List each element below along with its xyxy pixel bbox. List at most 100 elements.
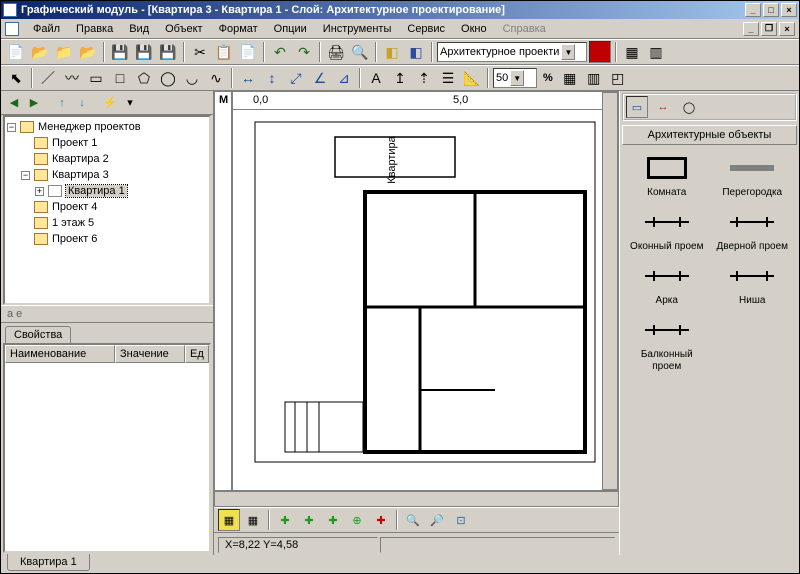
snap-grid-button[interactable]: ▦ <box>218 509 240 531</box>
text-button[interactable]: A <box>365 67 387 89</box>
obj-partition[interactable]: Перегородка <box>712 153 794 199</box>
height2-button[interactable]: ⇡ <box>413 67 435 89</box>
tree-left-button[interactable]: ◀ <box>5 94 23 112</box>
measure-button[interactable]: 📐 <box>461 67 483 89</box>
zoomtool3-button[interactable]: ◰ <box>607 67 629 89</box>
menu-edit[interactable]: Правка <box>68 21 121 37</box>
mode-measure-button[interactable]: ↔ <box>652 96 674 118</box>
save-all-button[interactable]: 💾 <box>133 41 155 63</box>
maximize-button[interactable]: □ <box>763 3 779 17</box>
menu-object[interactable]: Объект <box>157 21 210 37</box>
arc-button[interactable]: ◡ <box>181 67 203 89</box>
document-tab[interactable]: Квартира 1 <box>7 554 90 571</box>
snap4-button[interactable]: ⊕ <box>346 509 368 531</box>
obj-balcony[interactable]: Балконный проем <box>626 315 708 373</box>
ellipse-button[interactable]: ◯ <box>157 67 179 89</box>
close-button[interactable]: × <box>781 3 797 17</box>
zoomin-button[interactable]: 🔍 <box>402 509 424 531</box>
redo-button[interactable]: ↷ <box>293 41 315 63</box>
tree-dropdown-button[interactable]: ▾ <box>121 94 139 112</box>
zoomout-button[interactable]: 🔎 <box>426 509 448 531</box>
obj-window[interactable]: Оконный проем <box>626 207 708 253</box>
save-as-button[interactable]: 💾 <box>157 41 179 63</box>
open2-button[interactable]: 📂 <box>77 41 99 63</box>
project-tree[interactable]: − Менеджер проектов Проект 1 Квартира 2 … <box>3 115 211 305</box>
minimize-button[interactable]: _ <box>745 3 761 17</box>
snap3-button[interactable]: ✚ <box>322 509 344 531</box>
collapse-icon[interactable]: − <box>21 171 30 180</box>
mode-rect-button[interactable]: ▭ <box>626 96 648 118</box>
polygon-button[interactable]: ⬠ <box>133 67 155 89</box>
dim3-button[interactable]: ⤢ <box>285 67 307 89</box>
obj-door[interactable]: Дверной проем <box>712 207 794 253</box>
scrollbar-horizontal[interactable] <box>214 491 619 507</box>
collapse-icon[interactable]: − <box>7 123 16 132</box>
undo-button[interactable]: ↶ <box>269 41 291 63</box>
obj-niche[interactable]: Ниша <box>712 261 794 307</box>
scrollbar-vertical[interactable] <box>602 92 618 490</box>
tree-item[interactable]: Проект 4 <box>7 199 207 215</box>
layer-blue-button[interactable]: ◧ <box>405 41 427 63</box>
tree-item-selected[interactable]: +Квартира 1 <box>7 183 207 199</box>
zoomtool2-button[interactable]: ▥ <box>583 67 605 89</box>
obj-room[interactable]: Комната <box>626 153 708 199</box>
menu-service[interactable]: Сервис <box>399 21 453 37</box>
tree-item[interactable]: 1 этаж 5 <box>7 215 207 231</box>
tab-properties[interactable]: Свойства <box>5 326 71 343</box>
obj-arch[interactable]: Арка <box>626 261 708 307</box>
paste-button[interactable]: 📄 <box>237 41 259 63</box>
drawing-canvas[interactable]: 0,0 5,0 Квартира <box>232 91 619 491</box>
save-button[interactable]: 💾 <box>109 41 131 63</box>
tree-item[interactable]: −Квартира 3 <box>7 167 207 183</box>
polyline-button[interactable]: 〰 <box>61 67 83 89</box>
height-button[interactable]: ↥ <box>389 67 411 89</box>
cut-button[interactable]: ✂ <box>189 41 211 63</box>
chevron-down-icon[interactable]: ▼ <box>510 70 524 86</box>
grid-button[interactable]: ▦ <box>242 509 264 531</box>
preview-button[interactable]: 🔍 <box>349 41 371 63</box>
snap5-button[interactable]: ✚ <box>370 509 392 531</box>
mdi-restore-button[interactable]: ❐ <box>761 22 777 36</box>
square-button[interactable]: □ <box>109 67 131 89</box>
tree-down-button[interactable]: ↓ <box>73 94 91 112</box>
dim2-button[interactable]: ↕ <box>261 67 283 89</box>
menu-help[interactable]: Справка <box>495 21 554 37</box>
curve-button[interactable]: ∿ <box>205 67 227 89</box>
pointer-button[interactable]: ⬉ <box>5 67 27 89</box>
misc2-button[interactable]: ▥ <box>645 41 667 63</box>
zoomfit-button[interactable]: ⊡ <box>450 509 472 531</box>
rect-button[interactable]: ▭ <box>85 67 107 89</box>
col-value[interactable]: Значение <box>115 345 185 363</box>
open-button[interactable]: 📁 <box>53 41 75 63</box>
snap1-button[interactable]: ✚ <box>274 509 296 531</box>
chevron-down-icon[interactable]: ▼ <box>561 44 575 60</box>
record-button[interactable] <box>589 41 611 63</box>
open-proj-button[interactable]: 📂 <box>29 41 51 63</box>
mdi-close-button[interactable]: × <box>779 22 795 36</box>
tree-right-button[interactable]: ▶ <box>25 94 43 112</box>
dim4-button[interactable]: ∠ <box>309 67 331 89</box>
tree-root[interactable]: − Менеджер проектов <box>7 119 207 135</box>
menu-file[interactable]: Файл <box>25 21 68 37</box>
line-button[interactable]: ／ <box>37 67 59 89</box>
tree-refresh-button[interactable]: ⚡ <box>101 94 119 112</box>
new-button[interactable]: 📄 <box>5 41 27 63</box>
snap2-button[interactable]: ✚ <box>298 509 320 531</box>
misc1-button[interactable]: ▦ <box>621 41 643 63</box>
zoomtool1-button[interactable]: ▦ <box>559 67 581 89</box>
col-unit[interactable]: Ед <box>185 345 209 363</box>
tree-up-button[interactable]: ↑ <box>53 94 71 112</box>
tree-item[interactable]: Проект 1 <box>7 135 207 151</box>
menu-options[interactable]: Опции <box>266 21 315 37</box>
menu-format[interactable]: Формат <box>211 21 266 37</box>
layer-combo[interactable]: Архитектурное проекти ▼ <box>437 42 587 62</box>
layer-yellow-button[interactable]: ◧ <box>381 41 403 63</box>
menu-view[interactable]: Вид <box>121 21 157 37</box>
zoom-combo[interactable]: 50 ▼ <box>493 68 537 88</box>
tree-item[interactable]: Проект 6 <box>7 231 207 247</box>
level-button[interactable]: ☰ <box>437 67 459 89</box>
dim5-button[interactable]: ⊿ <box>333 67 355 89</box>
copy-button[interactable]: 📋 <box>213 41 235 63</box>
expand-icon[interactable]: + <box>35 187 44 196</box>
print-button[interactable]: 🖨 <box>325 41 347 63</box>
